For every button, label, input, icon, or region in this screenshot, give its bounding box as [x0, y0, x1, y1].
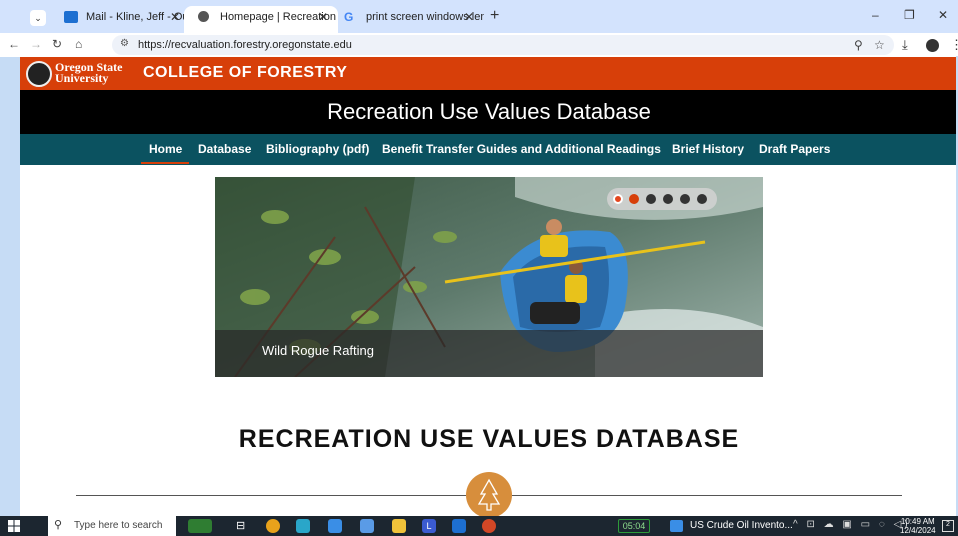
chrome-icon[interactable] — [266, 519, 280, 533]
nav-database[interactable]: Database — [198, 142, 251, 156]
close-tab-icon[interactable]: ✕ — [170, 6, 180, 28]
copilot-icon[interactable] — [296, 519, 310, 533]
active-nav-indicator — [141, 162, 189, 164]
restore-icon[interactable]: ❐ — [904, 8, 915, 22]
osu-seal-icon[interactable] — [26, 61, 52, 87]
windows-start-icon[interactable] — [8, 520, 20, 532]
back-arrow-icon[interactable]: ← — [8, 37, 20, 51]
download-icon[interactable]: ⤓ — [902, 37, 908, 53]
slider-dot[interactable] — [680, 194, 690, 204]
nav-home[interactable]: Home — [149, 142, 182, 156]
holiday-tree-icon[interactable] — [188, 519, 212, 533]
nav-brief-history[interactable]: Brief History — [672, 142, 744, 156]
url-text[interactable]: https://recvaluation.forestry.oregonstat… — [138, 39, 352, 51]
timer-widget[interactable]: 05:04 — [618, 519, 650, 533]
new-tab-button[interactable]: + — [490, 7, 499, 25]
image-slider[interactable]: Wild Rogue Rafting — [215, 177, 763, 377]
divider-left — [76, 495, 466, 496]
nav-benefit-transfer-guides[interactable]: Benefit Transfer Guides and Additional R… — [382, 142, 661, 156]
taskbar-search[interactable]: ⚲ Type here to search — [48, 516, 176, 536]
slide-caption: Wild Rogue Rafting — [262, 343, 374, 358]
osu-header: Oregon State University COLLEGE OF FORES… — [20, 57, 958, 90]
tab-search-chevron-icon[interactable]: ⌄ — [30, 10, 46, 26]
desktop-edge — [0, 0, 20, 516]
college-of-forestry-link[interactable]: COLLEGE OF FORESTRY — [143, 64, 347, 82]
outlook-taskbar-icon[interactable] — [452, 519, 466, 533]
site-info-icon[interactable]: ⚙ — [120, 38, 129, 49]
osu-favicon-icon — [198, 11, 209, 22]
google-icon: G — [344, 10, 354, 24]
nav-bibliography[interactable]: Bibliography (pdf) — [266, 142, 369, 156]
close-tab-icon[interactable]: ✕ — [318, 6, 328, 28]
slider-dot[interactable] — [613, 194, 623, 204]
nav-draft-papers[interactable]: Draft Papers — [759, 142, 830, 156]
news-icon — [670, 520, 683, 532]
reload-icon[interactable]: ↻ — [52, 37, 62, 51]
minimize-icon[interactable]: – — [872, 8, 879, 22]
tab-outlook-mail[interactable]: Mail - Kline, Jeff - Outlook ✕ — [50, 6, 190, 33]
tab-recreation-homepage[interactable]: Homepage | Recreation Use Val ✕ — [184, 6, 338, 33]
osu-wordmark[interactable]: Oregon State University — [55, 61, 122, 84]
system-tray-icons[interactable]: ^ ⊡ ☁ ▣ ▭ ◌ ◁) — [793, 519, 911, 530]
zoom-icon[interactable]: ⚲ — [854, 38, 863, 52]
outlook-icon — [64, 11, 78, 23]
slider-pager — [607, 188, 717, 210]
notifications-icon[interactable]: 2 — [942, 520, 954, 532]
slider-dot[interactable] — [646, 194, 656, 204]
profile-avatar[interactable] — [926, 39, 939, 52]
slide-caption-bar: Wild Rogue Rafting — [215, 330, 763, 377]
address-bar[interactable]: ⚙ https://recvaluation.forestry.oregonst… — [112, 35, 894, 55]
task-view-icon[interactable]: ⊟ — [236, 519, 250, 533]
browser-menu-icon[interactable]: ⋮ — [950, 37, 958, 53]
windows-taskbar: ⚲ Type here to search ⊟ L 05:04 US Crude… — [0, 516, 958, 536]
store-icon[interactable] — [328, 519, 342, 533]
main-nav: Home Database Bibliography (pdf) Benefit… — [20, 134, 958, 165]
tree-icon — [466, 472, 512, 516]
slider-dot[interactable] — [663, 194, 673, 204]
home-icon[interactable]: ⌂ — [75, 37, 82, 51]
news-widget[interactable]: US Crude Oil Invento... — [690, 520, 793, 531]
search-icon: ⚲ — [54, 519, 63, 531]
browser-toolbar: ← → ↻ ⌂ ⚙ https://recvaluation.forestry.… — [0, 33, 958, 57]
slider-dot[interactable] — [629, 194, 639, 204]
close-window-icon[interactable]: ✕ — [938, 8, 948, 22]
slider-dot[interactable] — [697, 194, 707, 204]
browser-tab-strip: ⌄ Mail - Kline, Jeff - Outlook ✕ Homepag… — [0, 0, 958, 33]
site-title[interactable]: Recreation Use Values Database — [20, 99, 958, 125]
tab-google-search[interactable]: G print screen windows lenovo th ✕ — [330, 6, 484, 33]
clock[interactable]: 10:49 AM 12/4/2024 — [900, 517, 936, 535]
forward-arrow-icon[interactable]: → — [30, 37, 42, 51]
powerpoint-icon[interactable] — [482, 519, 496, 533]
divider-right — [512, 495, 902, 496]
site-title-bar: Recreation Use Values Database — [20, 90, 958, 134]
l-app-icon[interactable]: L — [422, 519, 436, 533]
file-explorer-icon[interactable] — [392, 519, 406, 533]
search-placeholder: Type here to search — [74, 520, 163, 531]
web-page: Oregon State University COLLEGE OF FORES… — [20, 57, 958, 516]
close-tab-icon[interactable]: ✕ — [464, 6, 474, 28]
page-heading: RECREATION USE VALUES DATABASE — [238, 425, 740, 453]
bookmark-star-icon[interactable]: ☆ — [874, 38, 885, 52]
media-icon[interactable] — [360, 519, 374, 533]
